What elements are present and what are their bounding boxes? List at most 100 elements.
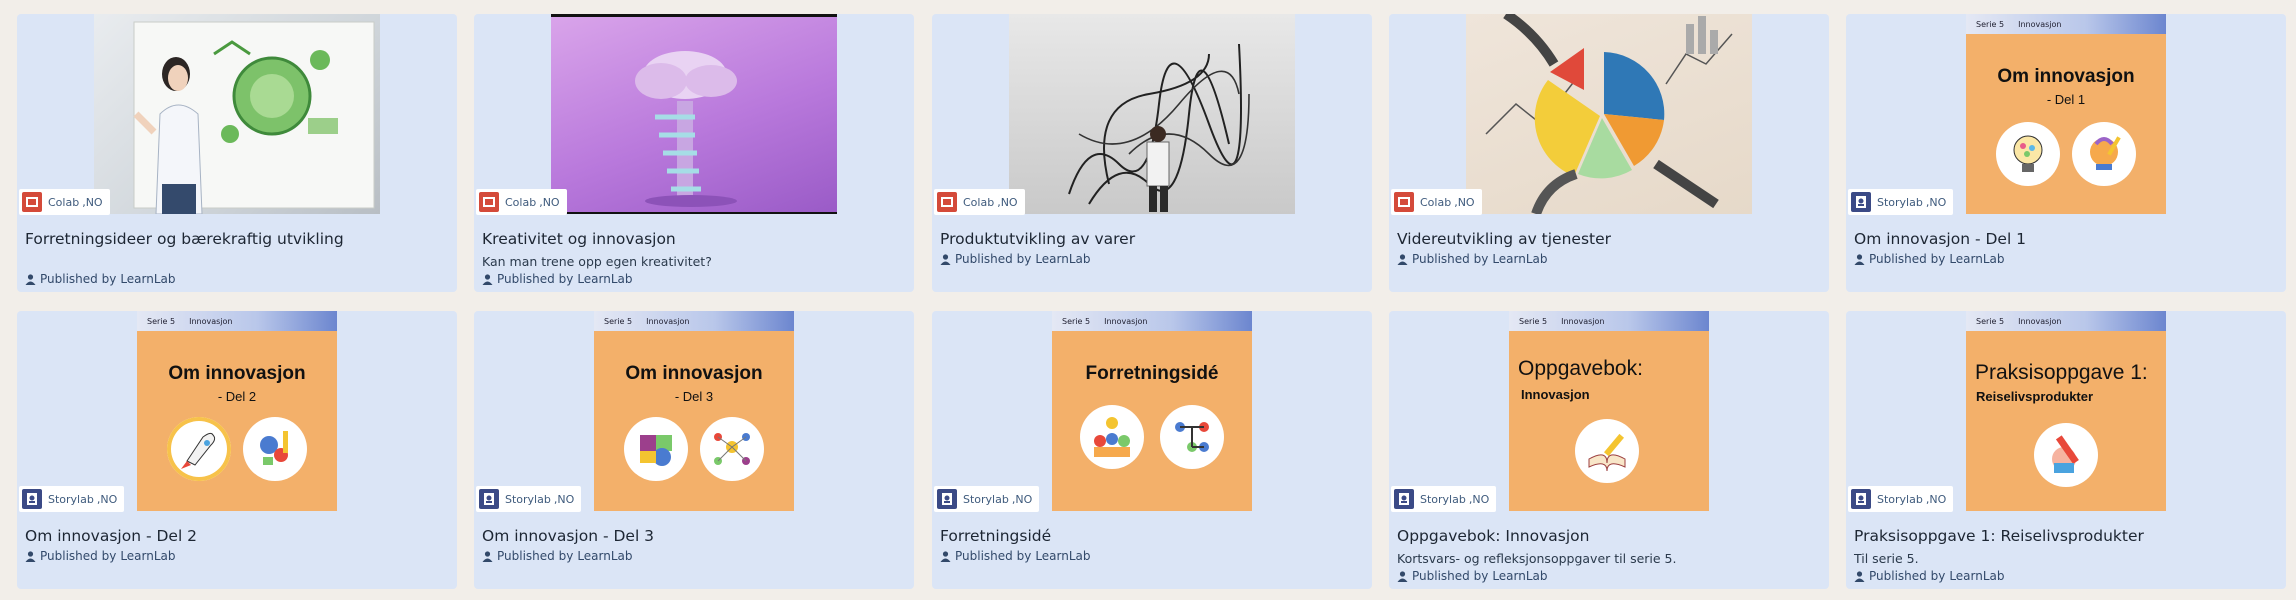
cover-band: Serie 5 Innovasjon	[1509, 311, 1709, 331]
publisher-prefix: Published by	[40, 549, 117, 563]
publisher-prefix: Published by	[497, 549, 574, 563]
person-icon	[940, 253, 951, 265]
tangled-lines-illustration	[1068, 43, 1250, 212]
source-region: ,NO	[553, 492, 575, 506]
book-cover: Serie 5 Innovasjon Forretningsidé	[1052, 311, 1252, 511]
card-videreutvikling[interactable]: Colab ,NO Videreutvikling av tjenester P…	[1389, 14, 1829, 292]
colab-logo-icon	[937, 192, 957, 212]
card-title[interactable]: Kreativitet og innovasjon	[482, 230, 906, 248]
storylab-logo-icon	[1851, 489, 1871, 509]
card-thumbnail	[1009, 14, 1295, 214]
puzzle-gear-icon	[624, 417, 688, 481]
card-title[interactable]: Om innovasjon - Del 1	[1854, 230, 2278, 248]
card-title[interactable]: Forretningsideer og bærekraftig utviklin…	[25, 230, 449, 248]
pencil-hand-icon	[2034, 423, 2098, 487]
publisher-line: Published by LearnLab	[1854, 252, 2005, 266]
rocket-icon	[167, 417, 231, 481]
source-name: Colab	[963, 195, 995, 209]
publisher-prefix: Published by	[1412, 569, 1489, 583]
person-icon	[482, 550, 493, 562]
card-thumbnail	[551, 14, 837, 214]
source-badge: Colab ,NO	[19, 189, 110, 215]
card-praksisoppgave[interactable]: Serie 5 Innovasjon Praksisoppgave 1: Rei…	[1846, 311, 2286, 589]
card-oppgavebok[interactable]: Serie 5 Innovasjon Oppgavebok: Innovasjo…	[1389, 311, 1829, 589]
card-title[interactable]: Forretningsidé	[940, 527, 1364, 545]
source-region: ,NO	[1468, 492, 1490, 506]
person-icon	[940, 550, 951, 562]
cover-title: Forretningsidé	[1085, 363, 1219, 384]
pie-chart-collage-illustration	[1485, 14, 1733, 214]
person-icon	[1397, 253, 1408, 265]
card-subtitle: Kan man trene opp egen kreativitet?	[482, 254, 712, 269]
cover-series: Serie 5	[604, 316, 633, 326]
source-region: ,NO	[997, 195, 1018, 209]
source-name: Storylab	[1877, 195, 1923, 209]
cover-subtitle: - Del 1	[2046, 92, 2086, 107]
cloud-staircase-illustration	[635, 51, 737, 207]
card-title[interactable]: Videreutvikling av tjenester	[1397, 230, 1821, 248]
cover-title: Oppgavebok:	[1518, 357, 1643, 380]
publisher-prefix: Published by	[955, 252, 1032, 266]
publisher-line: Published by LearnLab	[482, 272, 633, 286]
source-name: Colab	[505, 195, 537, 209]
publisher-line: Published by LearnLab	[25, 272, 176, 286]
idea-network-icon	[700, 417, 764, 481]
person-icon	[1854, 570, 1865, 582]
publisher-line: Published by LearnLab	[1397, 569, 1548, 583]
card-thumbnail	[1466, 14, 1752, 214]
creative-mind-icon	[2072, 122, 2136, 186]
storylab-logo-icon	[1394, 489, 1414, 509]
cover-band: Serie 5 Innovasjon	[1052, 311, 1252, 331]
publisher-line: Published by LearnLab	[940, 252, 1091, 266]
source-region: ,NO	[539, 195, 560, 209]
storylab-logo-icon	[1851, 192, 1871, 212]
card-kreativitet[interactable]: Colab ,NO Kreativitet og innovasjon Kan …	[474, 14, 914, 292]
publisher-name: LearnLab	[1492, 569, 1548, 583]
card-title[interactable]: Praksisoppgave 1: Reiselivsprodukter	[1854, 527, 2278, 545]
cover-series: Serie 5	[1976, 19, 2005, 29]
book-cover: Serie 5 Innovasjon Oppgavebok: Innovasjo…	[1509, 311, 1709, 511]
cover-topic: Innovasjon	[2018, 19, 2062, 29]
card-title[interactable]: Om innovasjon - Del 2	[25, 527, 449, 545]
card-om-innovasjon-3[interactable]: Serie 5 Innovasjon Om innovasjon - Del 3…	[474, 311, 914, 589]
source-badge: Storylab ,NO	[1848, 486, 1954, 512]
source-name: Storylab	[505, 492, 551, 506]
source-name: Colab	[1420, 195, 1452, 209]
card-title[interactable]: Oppgavebok: Innovasjon	[1397, 527, 1821, 545]
storylab-logo-icon	[937, 489, 957, 509]
source-region: ,NO	[1925, 492, 1947, 506]
card-forretningside[interactable]: Serie 5 Innovasjon Forretningsidé Storyl…	[932, 311, 1372, 589]
cover-topic: Innovasjon	[1104, 316, 1148, 326]
card-om-innovasjon-1[interactable]: Serie 5 Innovasjon Om innovasjon - Del 1…	[1846, 14, 2286, 292]
publisher-name: LearnLab	[1492, 252, 1548, 266]
source-badge: Colab ,NO	[1391, 189, 1482, 215]
cover-topic: Innovasjon	[2018, 316, 2062, 326]
card-title[interactable]: Om innovasjon - Del 3	[482, 527, 906, 545]
cover-subtitle: Reiselivsprodukter	[1976, 389, 2094, 404]
source-name: Storylab	[1420, 492, 1466, 506]
source-badge: Colab ,NO	[476, 189, 567, 215]
cover-band: Serie 5 Innovasjon	[137, 311, 337, 331]
content-grid: Colab ,NO Forretningsideer og bærekrafti…	[0, 0, 2296, 600]
person-icon	[482, 273, 493, 285]
open-book-pencil-icon	[1575, 419, 1639, 483]
source-badge: Colab ,NO	[934, 189, 1025, 215]
cover-subtitle: - Del 2	[217, 389, 257, 404]
colab-logo-icon	[1394, 192, 1414, 212]
publisher-prefix: Published by	[1869, 252, 1946, 266]
source-badge: Storylab ,NO	[934, 486, 1040, 512]
card-title[interactable]: Produktutvikling av varer	[940, 230, 1364, 248]
card-produktutvikling[interactable]: Colab ,NO Produktutvikling av varer Publ…	[932, 14, 1372, 292]
source-region: ,NO	[96, 492, 118, 506]
publisher-prefix: Published by	[1412, 252, 1489, 266]
card-om-innovasjon-2[interactable]: Serie 5 Innovasjon Om innovasjon - Del 2…	[17, 311, 457, 589]
gears-tools-icon	[243, 417, 307, 481]
publisher-line: Published by LearnLab	[482, 549, 633, 563]
cover-title: Praksisoppgave 1:	[1975, 361, 2148, 384]
person-icon	[25, 550, 36, 562]
source-region: ,NO	[1925, 195, 1947, 209]
book-cover: Serie 5 Innovasjon Praksisoppgave 1: Rei…	[1966, 311, 2166, 511]
card-forretningsideer[interactable]: Colab ,NO Forretningsideer og bærekrafti…	[17, 14, 457, 292]
publisher-line: Published by LearnLab	[940, 549, 1091, 563]
businesswoman-eco-illustration	[133, 21, 375, 214]
